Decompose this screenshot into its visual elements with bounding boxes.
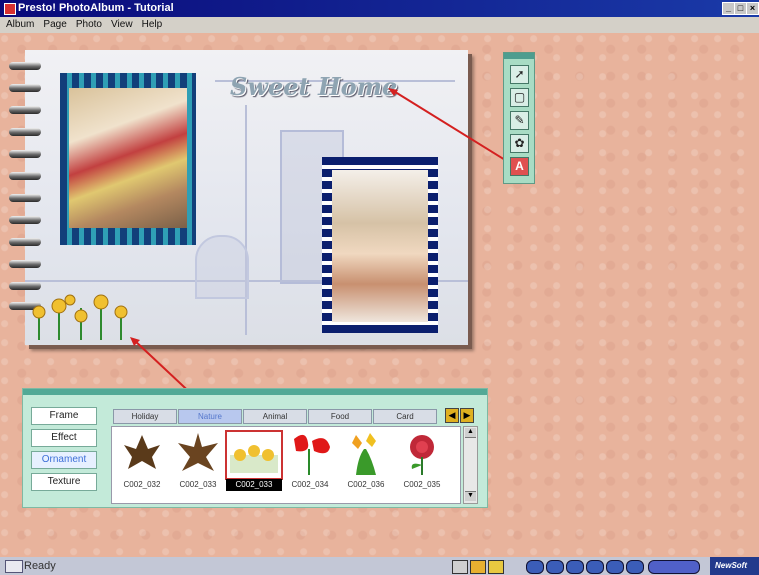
pointer-icon[interactable]: ➚ bbox=[510, 65, 529, 84]
scroll-down-arrow[interactable]: ▼ bbox=[465, 491, 476, 501]
scroll-up-arrow[interactable]: ▲ bbox=[465, 428, 476, 438]
ornament-gallery: C002_032 C002_033 C002_033 C002_034 C002… bbox=[111, 426, 461, 504]
texture-button[interactable]: Texture bbox=[31, 473, 97, 491]
folder-button[interactable] bbox=[470, 560, 486, 574]
palette-titlebar[interactable] bbox=[23, 389, 487, 395]
first-page-button[interactable] bbox=[526, 560, 544, 574]
last-page-button[interactable] bbox=[586, 560, 604, 574]
tool-box: ➚ ▢ ✎ ✿ A bbox=[503, 52, 535, 184]
effect-button[interactable]: Effect bbox=[31, 429, 97, 447]
gallery-scrollbar[interactable]: ▲ ▼ bbox=[463, 426, 478, 504]
tab-food[interactable]: Food bbox=[308, 409, 372, 424]
leaf-ornament-thumb[interactable] bbox=[118, 429, 166, 477]
stamp-icon[interactable]: ✿ bbox=[510, 134, 529, 153]
tulip-ornament-thumb[interactable] bbox=[342, 429, 390, 477]
item-label: C002_036 bbox=[347, 480, 385, 489]
item-label: C002_033 bbox=[179, 480, 217, 489]
frame-button[interactable]: Frame bbox=[31, 407, 97, 425]
print-button[interactable] bbox=[626, 560, 644, 574]
album-button[interactable] bbox=[488, 560, 504, 574]
item-label-selected: C002_033 bbox=[226, 479, 282, 491]
page-view-button[interactable] bbox=[452, 560, 468, 574]
ornament-button[interactable]: Ornament bbox=[31, 451, 97, 469]
brush-icon[interactable]: ✎ bbox=[510, 111, 529, 130]
tab-next-button[interactable]: ▶ bbox=[460, 408, 474, 423]
tab-animal[interactable]: Animal bbox=[243, 409, 307, 424]
item-label: C002_034 bbox=[291, 480, 329, 489]
crop-icon[interactable]: ▢ bbox=[510, 88, 529, 107]
item-label: C002_035 bbox=[403, 480, 441, 489]
selection-highlight bbox=[225, 430, 283, 480]
status-bar: Ready NewSoft bbox=[0, 557, 759, 575]
zoom-button[interactable] bbox=[606, 560, 624, 574]
brand-text: NewSoft bbox=[715, 561, 747, 570]
tab-prev-button[interactable]: ◀ bbox=[445, 408, 459, 423]
anthurium-ornament-thumb[interactable] bbox=[286, 429, 334, 477]
rose-ornament-thumb[interactable] bbox=[398, 429, 446, 477]
page-indicator[interactable] bbox=[648, 560, 700, 574]
status-icon bbox=[5, 560, 23, 573]
leaf-ornament-thumb[interactable] bbox=[174, 429, 222, 477]
tab-card[interactable]: Card bbox=[373, 409, 437, 424]
status-text: Ready bbox=[24, 560, 56, 572]
next-page-button[interactable] bbox=[566, 560, 584, 574]
item-label: C002_032 bbox=[123, 480, 161, 489]
prev-page-button[interactable] bbox=[546, 560, 564, 574]
tab-holiday[interactable]: Holiday bbox=[113, 409, 177, 424]
tab-nature[interactable]: Nature bbox=[178, 409, 242, 424]
toolbox-titlebar[interactable] bbox=[504, 53, 534, 59]
text-icon[interactable]: A bbox=[510, 157, 529, 176]
ornament-palette: Frame Effect Ornament Texture Holiday Na… bbox=[22, 388, 488, 508]
